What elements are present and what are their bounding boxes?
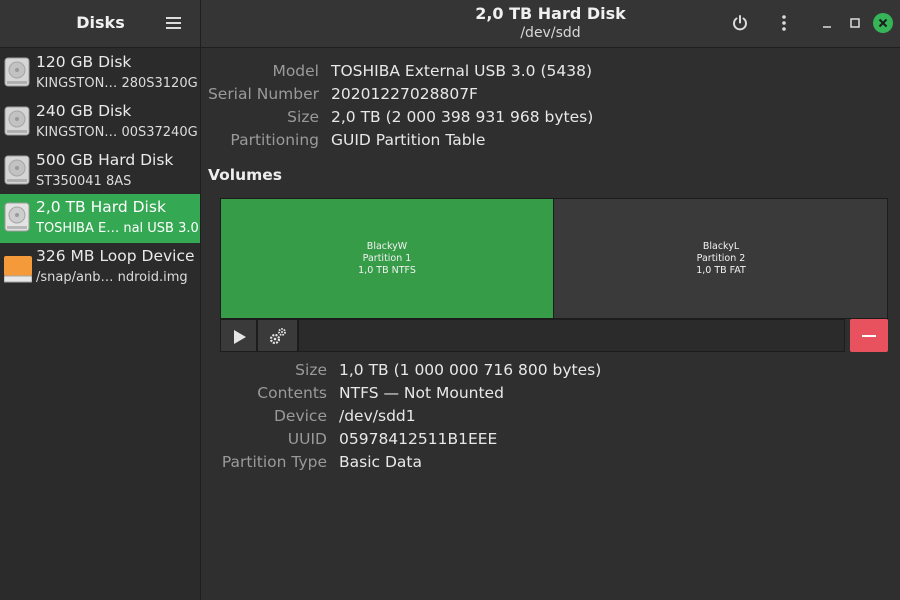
minimize-icon[interactable] [818,14,836,32]
serial-label: Serial Number [207,85,319,103]
volume-toolbar-spacer [298,319,845,352]
uuid-label: UUID [287,430,327,448]
maximize-icon[interactable] [846,14,864,32]
partition-size-value: 1,0 TB (1 000 000 716 800 bytes) [339,361,602,379]
close-icon[interactable] [873,13,893,33]
sidebar-item-disk-selected[interactable]: 2,0 TB Hard Disk TOSHIBA E… nal USB 3.0 [0,194,200,243]
partition-label: BlackyL [702,240,740,252]
loop-device-icon [3,251,33,283]
delete-partition-button[interactable] [850,319,888,352]
uuid-value: 05978412511B1EEE [339,430,498,448]
power-icon[interactable] [731,14,749,32]
partition-2[interactable]: BlackyL Partition 2 1,0 TB FAT [555,199,887,318]
partition-size-label: Size [295,361,327,379]
more-options-icon[interactable] [775,14,793,32]
partition-label: BlackyW [366,240,408,252]
gears-icon [269,328,286,345]
play-icon [234,330,246,344]
size-value: 2,0 TB (2 000 398 931 968 bytes) [331,108,594,126]
partition-desc: 1,0 TB FAT [696,264,746,276]
sidebar-item-disk[interactable]: 120 GB Disk KINGSTON… 280S3120G [0,49,200,98]
disk-model: KINGSTON… 00S37240G [36,125,198,140]
minus-icon [862,335,876,337]
model-value: TOSHIBA External USB 3.0 (5438) [331,62,592,80]
disk-model: ST350041 8AS [36,174,132,189]
partitioning-value: GUID Partition Table [331,131,486,149]
device-value: /dev/sdd1 [339,407,416,425]
mount-button[interactable] [220,319,257,352]
partition-1[interactable]: BlackyW Partition 1 1,0 TB NTFS [221,199,554,318]
sidebar-item-loop-device[interactable]: 326 MB Loop Device /snap/anb… ndroid.img [0,243,200,292]
disk-model: /snap/anb… ndroid.img [36,270,188,285]
volumes-heading: Volumes [208,166,283,184]
sidebar-header: Disks [0,0,201,48]
disk-name: 120 GB Disk [36,53,132,71]
page-title: 2,0 TB Hard Disk [475,4,626,23]
device-label: Device [273,407,327,425]
volume-map: BlackyW Partition 1 1,0 TB NTFS BlackyL … [220,198,888,319]
contents-value: NTFS — Not Mounted [339,384,504,402]
partitioning-label: Partitioning [230,131,319,149]
partition-number: Partition 2 [696,252,746,264]
hard-disk-icon [4,57,32,89]
disk-model: KINGSTON… 280S3120G [36,76,198,91]
disk-model: TOSHIBA E… nal USB 3.0 [36,221,199,236]
partition-type-value: Basic Data [339,453,422,471]
hard-disk-icon [4,106,32,138]
partition-options-button[interactable] [257,319,298,352]
partition-number: Partition 1 [362,252,412,264]
page-subtitle: /dev/sdd [520,25,581,41]
model-label: Model [272,62,319,80]
disk-name: 2,0 TB Hard Disk [36,198,166,216]
disk-name: 326 MB Loop Device [36,247,195,265]
disk-name: 500 GB Hard Disk [36,151,174,169]
partition-type-label: Partition Type [221,453,327,471]
size-label: Size [287,108,319,126]
partition-desc: 1,0 TB NTFS [358,264,416,276]
contents-label: Contents [257,384,327,402]
disk-name: 240 GB Disk [36,102,132,120]
hard-disk-icon [4,155,32,187]
sidebar-item-disk[interactable]: 240 GB Disk KINGSTON… 00S37240G [0,98,200,147]
sidebar: 120 GB Disk KINGSTON… 280S3120G 240 GB D… [0,48,201,600]
sidebar-item-disk[interactable]: 500 GB Hard Disk ST350041 8AS [0,147,200,196]
hard-disk-icon [4,202,32,234]
menu-icon[interactable] [166,15,182,31]
serial-value: 20201227028807F [331,85,478,103]
